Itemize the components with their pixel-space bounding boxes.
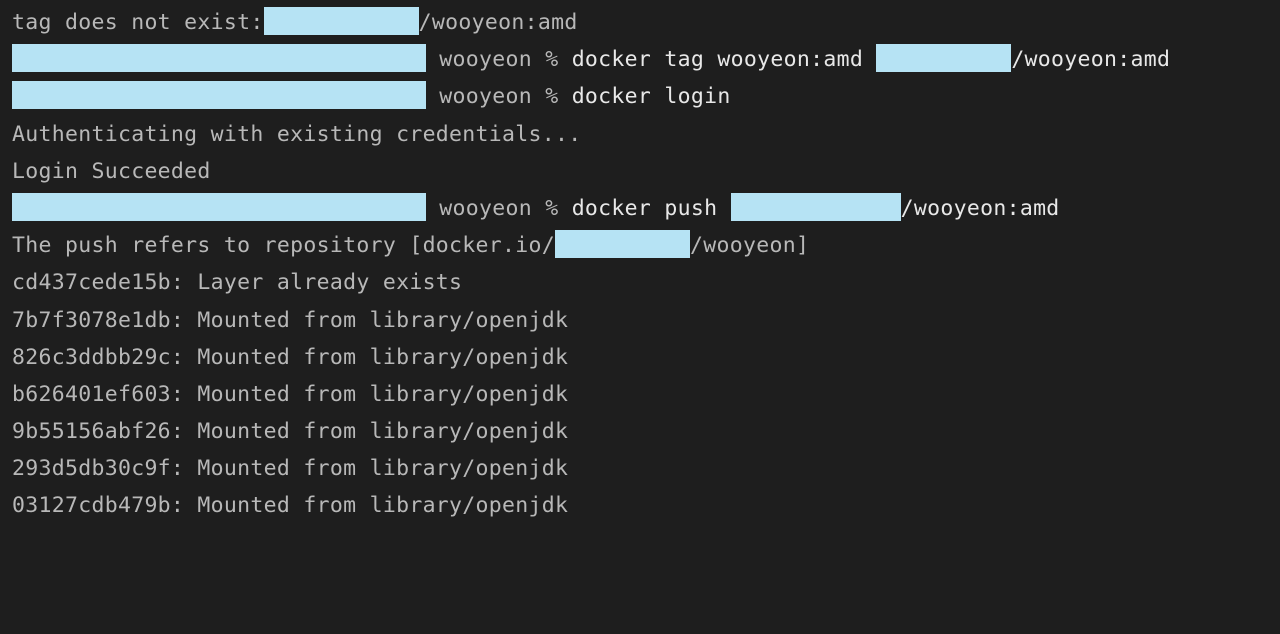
terminal-line-output: Authenticating with existing credentials… [12, 116, 1268, 153]
redacted-block [876, 44, 1011, 72]
terminal-line-prompt: wooyeon % docker login [12, 78, 1268, 115]
layer-status: 826c3ddbb29c: Mounted from library/openj… [12, 345, 568, 370]
redacted-block [731, 193, 901, 221]
terminal-text: The push refers to repository [docker.io… [12, 233, 555, 258]
redacted-block [264, 7, 419, 35]
shell-prompt: wooyeon % [426, 47, 572, 72]
terminal-line-prompt: wooyeon % docker push /wooyeon:amd [12, 190, 1268, 227]
terminal-line-layer: 9b55156abf26: Mounted from library/openj… [12, 413, 1268, 450]
terminal-line-prompt: wooyeon % docker tag wooyeon:amd /wooyeo… [12, 41, 1268, 78]
redacted-block [12, 81, 426, 109]
layer-status: cd437cede15b: Layer already exists [12, 270, 462, 295]
terminal-line-output: Login Succeeded [12, 153, 1268, 190]
terminal-text: /wooyeon] [690, 233, 809, 258]
terminal-line-layer: 293d5db30c9f: Mounted from library/openj… [12, 450, 1268, 487]
shell-command[interactable]: docker tag wooyeon:amd [572, 47, 877, 72]
redacted-block [12, 193, 426, 221]
shell-command[interactable]: /wooyeon:amd [1011, 47, 1170, 72]
terminal-line-layer: 03127cdb479b: Mounted from library/openj… [12, 487, 1268, 524]
terminal-text: /wooyeon:amd [419, 10, 578, 35]
layer-status: b626401ef603: Mounted from library/openj… [12, 382, 568, 407]
shell-command[interactable]: docker push [572, 196, 731, 221]
layer-status: 293d5db30c9f: Mounted from library/openj… [12, 456, 568, 481]
terminal-text: tag does not exist: [12, 10, 264, 35]
terminal-line-layer: b626401ef603: Mounted from library/openj… [12, 376, 1268, 413]
shell-prompt: wooyeon % [426, 196, 572, 221]
shell-command[interactable]: docker login [572, 84, 731, 109]
redacted-block [555, 230, 690, 258]
layer-status: 9b55156abf26: Mounted from library/openj… [12, 419, 568, 444]
shell-prompt: wooyeon % [426, 84, 572, 109]
terminal-line-layer: 826c3ddbb29c: Mounted from library/openj… [12, 339, 1268, 376]
terminal-line-error: tag does not exist: /wooyeon:amd [12, 4, 1268, 41]
terminal-text: Authenticating with existing credentials… [12, 122, 582, 147]
shell-command[interactable]: /wooyeon:amd [901, 196, 1060, 221]
terminal-text: Login Succeeded [12, 159, 211, 184]
layer-status: 03127cdb479b: Mounted from library/openj… [12, 493, 568, 518]
layer-status: 7b7f3078e1db: Mounted from library/openj… [12, 308, 568, 333]
terminal-line-layer: 7b7f3078e1db: Mounted from library/openj… [12, 302, 1268, 339]
redacted-block [12, 44, 426, 72]
terminal-line-layer: cd437cede15b: Layer already exists [12, 264, 1268, 301]
terminal-line-output: The push refers to repository [docker.io… [12, 227, 1268, 264]
